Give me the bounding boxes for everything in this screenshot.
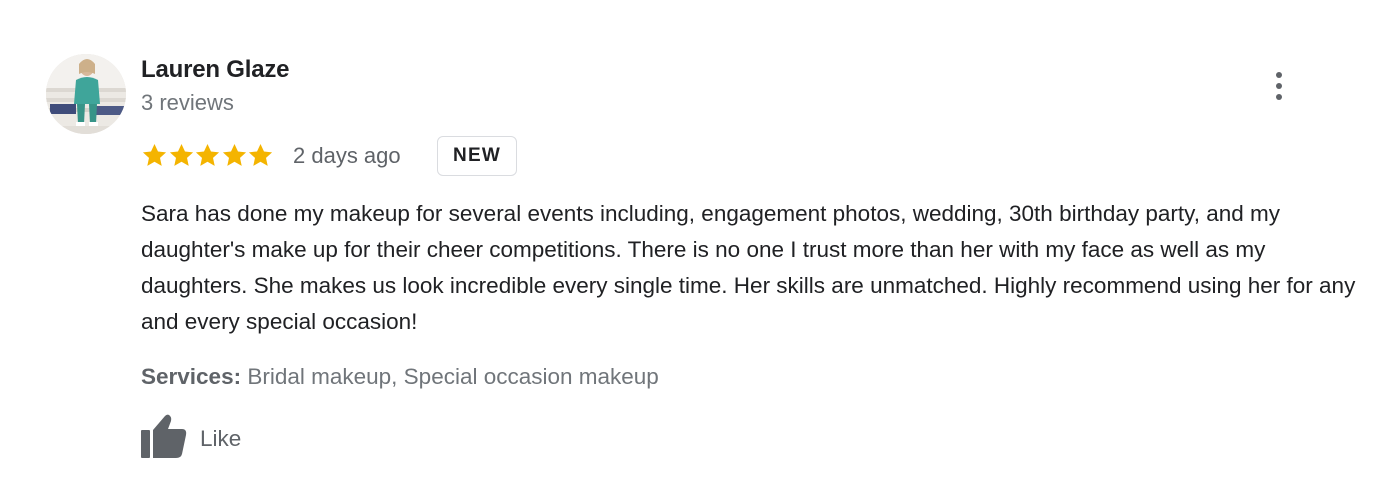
avatar-photo <box>46 54 126 134</box>
new-badge: NEW <box>437 136 517 176</box>
reviewer-avatar[interactable] <box>46 54 126 134</box>
review-text: Sara has done my makeup for several even… <box>141 201 1356 334</box>
more-vert-icon <box>1276 94 1282 100</box>
services-line: Services: Bridal makeup, Special occasio… <box>141 364 659 390</box>
review-card: Lauren Glaze 3 reviews 2 days ago NEW Sa… <box>0 0 1380 500</box>
reviewer-review-count: 3 reviews <box>141 90 234 115</box>
star-icon <box>248 144 273 166</box>
review-date: 2 days ago <box>293 143 401 168</box>
star-icon <box>169 144 193 166</box>
star-rating <box>141 142 274 170</box>
services-value: Bridal makeup, Special occasion makeup <box>247 364 659 389</box>
thumb-up-icon <box>141 414 187 458</box>
star-icon <box>142 144 167 166</box>
like-label: Like <box>200 426 242 451</box>
services-label: Services: <box>141 364 242 389</box>
more-vert-icon <box>1276 83 1282 89</box>
like-button[interactable]: Like <box>141 414 261 458</box>
reviewer-name[interactable]: Lauren Glaze <box>141 56 290 84</box>
star-icon <box>222 144 246 166</box>
more-vert-icon <box>1276 72 1282 78</box>
star-icon <box>195 144 220 166</box>
more-options-button[interactable] <box>1264 68 1296 104</box>
